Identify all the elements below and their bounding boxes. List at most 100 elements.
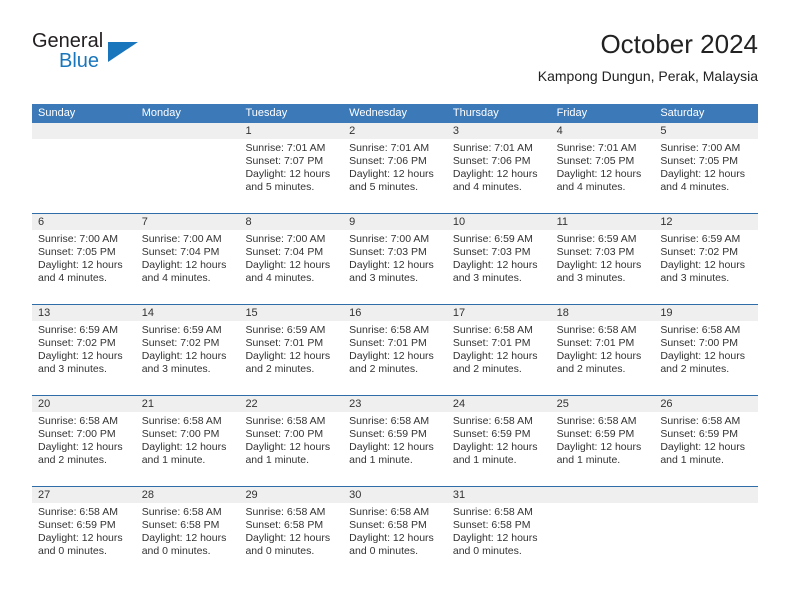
day-details: Sunrise: 7:01 AM Sunset: 7:06 PM Dayligh… (447, 139, 551, 194)
weekday-header-thursday: Thursday (452, 107, 499, 119)
triangle-icon (108, 42, 138, 62)
daylight-text-line2: and 1 minute. (141, 454, 206, 466)
day-cell: 1 Sunrise: 7:01 AM Sunset: 7:07 PM Dayli… (239, 123, 344, 213)
daylight-text-line2: and 3 minutes. (452, 272, 522, 284)
daylight-text-line1: Daylight: 12 hours (452, 532, 538, 544)
daylight-text-line2: and 1 minute. (660, 454, 724, 466)
daylight-text-line2: and 4 minutes. (141, 272, 211, 284)
sunset-text: Sunset: 7:00 PM (38, 428, 116, 440)
day-details: Sunrise: 6:58 AM Sunset: 7:01 PM Dayligh… (447, 321, 551, 376)
day-cell: 10 Sunrise: 6:59 AM Sunset: 7:03 PM Dayl… (446, 214, 551, 304)
daylight-text-line1: Daylight: 12 hours (245, 532, 331, 544)
day-details: Sunrise: 6:58 AM Sunset: 6:59 PM Dayligh… (32, 503, 136, 558)
day-cell: 20 Sunrise: 6:58 AM Sunset: 7:00 PM Dayl… (32, 396, 136, 486)
day-number (135, 123, 240, 139)
sunset-text: Sunset: 7:05 PM (556, 155, 635, 167)
day-cell: 26 Sunrise: 6:58 AM Sunset: 6:59 PM Dayl… (654, 396, 759, 486)
week-row: 20 Sunrise: 6:58 AM Sunset: 7:00 PM Dayl… (32, 395, 759, 486)
weekday-header-sunday: Sunday (38, 107, 76, 119)
sunset-text: Sunset: 7:05 PM (660, 155, 738, 167)
day-number: 2 (343, 123, 447, 139)
daylight-text-line1: Daylight: 12 hours (660, 168, 745, 180)
sunrise-text: Sunrise: 6:58 AM (245, 415, 326, 427)
day-details: Sunrise: 6:58 AM Sunset: 6:59 PM Dayligh… (551, 412, 655, 467)
day-cell: 3 Sunrise: 7:01 AM Sunset: 7:06 PM Dayli… (446, 123, 551, 213)
daylight-text-line2: and 4 minutes. (452, 181, 522, 193)
daylight-text-line2: and 3 minutes. (660, 272, 730, 284)
day-number: 10 (446, 214, 551, 230)
sunrise-text: Sunrise: 7:00 AM (141, 233, 222, 245)
day-number: 26 (654, 396, 759, 412)
daylight-text-line2: and 2 minutes. (349, 363, 419, 375)
sunset-text: Sunset: 7:02 PM (38, 337, 116, 349)
day-cell (550, 487, 655, 573)
daylight-text-line1: Daylight: 12 hours (556, 168, 642, 180)
day-cell (135, 123, 240, 213)
weekday-header-wednesday: Wednesday (349, 107, 408, 119)
page-header: General Blue October 2024 Kampong Dungun… (32, 28, 758, 98)
daylight-text-line2: and 4 minutes. (556, 181, 626, 193)
day-number (32, 123, 136, 139)
sunrise-text: Sunrise: 7:00 AM (660, 142, 741, 154)
daylight-text-line1: Daylight: 12 hours (141, 259, 227, 271)
sunrise-text: Sunrise: 6:58 AM (660, 415, 741, 427)
day-details: Sunrise: 6:58 AM Sunset: 6:59 PM Dayligh… (343, 412, 447, 467)
day-number: 9 (343, 214, 447, 230)
sunrise-text: Sunrise: 7:01 AM (556, 142, 637, 154)
day-cell: 15 Sunrise: 6:59 AM Sunset: 7:01 PM Dayl… (239, 305, 344, 395)
sunset-text: Sunset: 7:03 PM (556, 246, 635, 258)
sunrise-text: Sunrise: 6:58 AM (349, 415, 430, 427)
daylight-text-line2: and 1 minute. (556, 454, 621, 466)
sunset-text: Sunset: 7:01 PM (245, 337, 324, 349)
day-details: Sunrise: 6:59 AM Sunset: 7:02 PM Dayligh… (32, 321, 136, 376)
day-cell: 28 Sunrise: 6:58 AM Sunset: 6:58 PM Dayl… (135, 487, 240, 573)
page-title: October 2024 (600, 29, 758, 59)
day-details: Sunrise: 6:58 AM Sunset: 7:00 PM Dayligh… (136, 412, 240, 467)
daylight-text-line2: and 4 minutes. (38, 272, 107, 284)
sunset-text: Sunset: 6:58 PM (245, 519, 324, 531)
sunset-text: Sunset: 7:01 PM (556, 337, 635, 349)
daylight-text-line1: Daylight: 12 hours (452, 259, 538, 271)
page-subtitle: Kampong Dungun, Perak, Malaysia (537, 68, 758, 84)
day-details: Sunrise: 6:58 AM Sunset: 7:00 PM Dayligh… (654, 321, 758, 376)
sunset-text: Sunset: 6:58 PM (349, 519, 427, 531)
day-details: Sunrise: 6:58 AM Sunset: 6:58 PM Dayligh… (447, 503, 551, 558)
day-number: 3 (446, 123, 551, 139)
sunrise-text: Sunrise: 7:01 AM (452, 142, 533, 154)
daylight-text-line1: Daylight: 12 hours (349, 350, 434, 362)
daylight-text-line2: and 2 minutes. (556, 363, 626, 375)
day-number: 31 (446, 487, 551, 503)
sunrise-text: Sunrise: 7:01 AM (349, 142, 430, 154)
day-cell: 31 Sunrise: 6:58 AM Sunset: 6:58 PM Dayl… (446, 487, 551, 573)
day-details: Sunrise: 6:58 AM Sunset: 7:01 PM Dayligh… (551, 321, 655, 376)
day-number: 22 (239, 396, 344, 412)
sunset-text: Sunset: 7:04 PM (245, 246, 324, 258)
day-cell: 12 Sunrise: 6:59 AM Sunset: 7:02 PM Dayl… (654, 214, 759, 304)
day-details: Sunrise: 7:00 AM Sunset: 7:05 PM Dayligh… (32, 230, 136, 285)
day-details: Sunrise: 7:01 AM Sunset: 7:05 PM Dayligh… (551, 139, 655, 194)
daylight-text-line2: and 2 minutes. (38, 454, 107, 466)
sunrise-text: Sunrise: 7:00 AM (38, 233, 118, 245)
daylight-text-line1: Daylight: 12 hours (245, 259, 331, 271)
day-cell (32, 123, 136, 213)
sunset-text: Sunset: 7:07 PM (245, 155, 324, 167)
sunset-text: Sunset: 6:59 PM (556, 428, 635, 440)
sunset-text: Sunset: 7:05 PM (38, 246, 116, 258)
sunset-text: Sunset: 6:58 PM (452, 519, 531, 531)
daylight-text-line2: and 1 minute. (245, 454, 310, 466)
weekday-header-tuesday: Tuesday (245, 107, 288, 119)
day-details: Sunrise: 6:59 AM Sunset: 7:02 PM Dayligh… (136, 321, 240, 376)
day-details: Sunrise: 7:01 AM Sunset: 7:06 PM Dayligh… (343, 139, 447, 194)
week-row: 13 Sunrise: 6:59 AM Sunset: 7:02 PM Dayl… (32, 304, 759, 395)
day-number: 14 (135, 305, 240, 321)
day-cell: 13 Sunrise: 6:59 AM Sunset: 7:02 PM Dayl… (32, 305, 136, 395)
day-cell: 14 Sunrise: 6:59 AM Sunset: 7:02 PM Dayl… (135, 305, 240, 395)
sunrise-text: Sunrise: 6:58 AM (349, 324, 430, 336)
sunrise-text: Sunrise: 6:58 AM (38, 506, 118, 518)
daylight-text-line2: and 0 minutes. (141, 545, 211, 557)
sunset-text: Sunset: 7:02 PM (660, 246, 738, 258)
day-number (654, 487, 759, 503)
daylight-text-line2: and 2 minutes. (660, 363, 730, 375)
day-details: Sunrise: 6:58 AM Sunset: 7:01 PM Dayligh… (343, 321, 447, 376)
week-row: 6 Sunrise: 7:00 AM Sunset: 7:05 PM Dayli… (32, 213, 759, 304)
